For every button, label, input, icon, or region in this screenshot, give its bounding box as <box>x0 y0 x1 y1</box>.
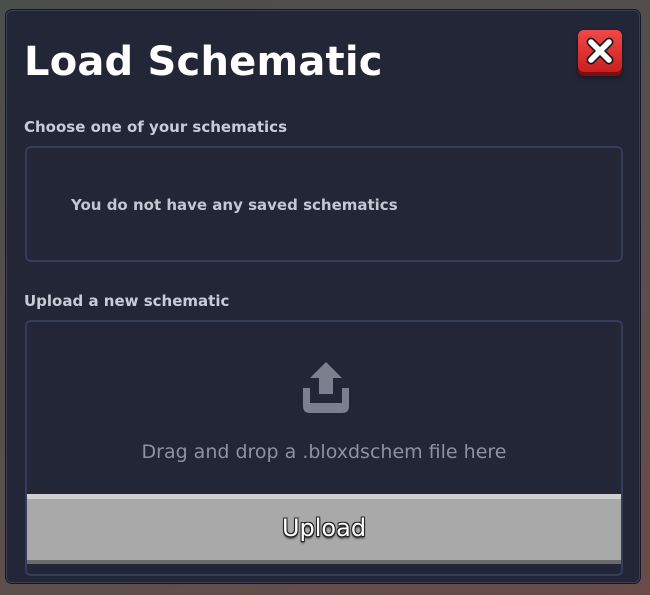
load-schematic-dialog: Load Schematic Choose one of your schema… <box>6 10 640 583</box>
drop-instructions: Drag and drop a .bloxdschem file here <box>141 441 507 463</box>
upload-icon <box>303 362 349 413</box>
upload-section-label: Upload a new schematic <box>24 292 230 310</box>
close-button[interactable] <box>578 30 622 72</box>
upload-button[interactable]: Upload <box>27 494 621 564</box>
empty-schematics-message: You do not have any saved schematics <box>71 196 398 214</box>
upload-panel: Drag and drop a .bloxdschem file here Up… <box>25 320 623 576</box>
saved-schematics-list: You do not have any saved schematics <box>25 146 623 262</box>
dialog-title: Load Schematic <box>24 39 383 85</box>
file-drop-zone[interactable]: Drag and drop a .bloxdschem file here <box>27 322 621 494</box>
saved-schematics-label: Choose one of your schematics <box>24 118 287 136</box>
close-x-icon <box>586 37 614 65</box>
